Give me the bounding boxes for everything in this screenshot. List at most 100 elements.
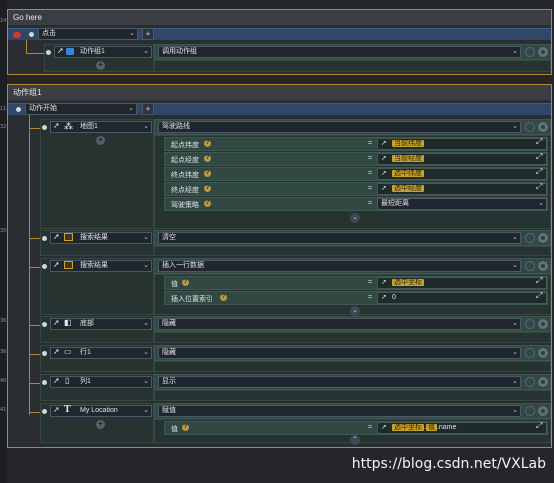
param-label: 插入位置索引 bbox=[171, 296, 213, 303]
refresh-icon[interactable] bbox=[525, 261, 535, 271]
settings-gear-icon[interactable] bbox=[538, 47, 548, 57]
refresh-icon[interactable] bbox=[525, 377, 535, 387]
help-icon[interactable]: ? bbox=[204, 170, 211, 177]
param-value-suffix: .name bbox=[436, 424, 457, 431]
param-value-tag: 选中纬度 bbox=[392, 170, 424, 177]
help-icon[interactable]: ? bbox=[204, 140, 211, 147]
collapse-chevron-icon[interactable]: ⌄ bbox=[350, 306, 360, 316]
action-dropdown[interactable]: 调用动作组 ⌄ bbox=[158, 46, 521, 58]
param-value-field[interactable]: ➚ 选中纬度 bbox=[377, 168, 547, 180]
expand-corner-icon[interactable]: ⤢ bbox=[536, 152, 542, 162]
help-icon[interactable]: ? bbox=[182, 424, 189, 431]
add-trigger-button[interactable]: + bbox=[142, 103, 154, 115]
component-dropdown-value: 搜索结果 bbox=[80, 262, 108, 269]
refresh-icon[interactable] bbox=[525, 233, 535, 243]
tree-connector bbox=[29, 383, 40, 384]
panel-title: 动作组1 bbox=[8, 85, 551, 101]
cursor-icon: ➚ bbox=[381, 170, 387, 177]
gutter-number: 40 bbox=[0, 378, 7, 384]
settings-gear-icon[interactable] bbox=[538, 122, 548, 132]
param-label: 值 bbox=[171, 281, 178, 288]
action-dropdown[interactable]: 隐藏 ⌄ bbox=[158, 347, 521, 359]
cursor-icon: ➚ bbox=[381, 279, 387, 286]
refresh-icon[interactable] bbox=[525, 406, 535, 416]
cursor-icon: ➚ bbox=[53, 121, 60, 130]
cursor-icon: ➚ bbox=[53, 405, 60, 414]
component-column bbox=[40, 119, 154, 229]
expand-corner-icon[interactable]: ⤢ bbox=[536, 291, 542, 301]
refresh-icon[interactable] bbox=[525, 47, 535, 57]
expand-corner-icon[interactable]: ⤢ bbox=[536, 167, 542, 177]
add-action-button[interactable]: + bbox=[96, 420, 105, 429]
add-trigger-button[interactable]: + bbox=[142, 28, 154, 40]
chevron-down-icon: ⌄ bbox=[512, 123, 518, 130]
cursor-icon: ➚ bbox=[53, 376, 60, 385]
component-dropdown-value: 底部 bbox=[80, 320, 94, 327]
action-dropdown[interactable]: 赋值 ⌄ bbox=[158, 405, 521, 417]
collapse-chevron-icon[interactable]: ⌄ bbox=[350, 213, 360, 223]
param-value-field[interactable]: ➚ 选中坐标. 值 .name bbox=[377, 422, 547, 434]
trigger-dropdown[interactable]: 动作开始 ⌄ bbox=[25, 103, 137, 115]
action-dropdown-value: 赋值 bbox=[162, 407, 176, 414]
settings-gear-icon[interactable] bbox=[538, 261, 548, 271]
param-value-field[interactable]: ➚ 选中经度 bbox=[377, 183, 547, 195]
trigger-dropdown[interactable]: 点击 ⌄ bbox=[38, 28, 138, 40]
action-dropdown[interactable]: 隐藏 ⌄ bbox=[158, 318, 521, 330]
help-icon[interactable]: ? bbox=[204, 200, 211, 207]
component-dropdown-value: 搜索结果 bbox=[80, 234, 108, 241]
cursor-icon: ➚ bbox=[381, 140, 387, 147]
action-dropdown-value: 隐藏 bbox=[162, 320, 176, 327]
add-action-button[interactable]: + bbox=[96, 61, 105, 70]
help-icon[interactable]: ? bbox=[182, 279, 189, 286]
action-dropdown[interactable]: 显示 ⌄ bbox=[158, 376, 521, 388]
equals-sign: = bbox=[368, 170, 373, 177]
gutter-number: 35 bbox=[0, 228, 7, 234]
cursor-icon: ➚ bbox=[381, 185, 387, 192]
settings-gear-icon[interactable] bbox=[538, 377, 548, 387]
gutter-number: 36 bbox=[0, 318, 7, 324]
expand-corner-icon[interactable]: ⤢ bbox=[536, 421, 542, 431]
cursor-icon: ➚ bbox=[381, 294, 387, 301]
action-dropdown[interactable]: 插入一行数据 ⌄ bbox=[158, 260, 521, 272]
param-value-field[interactable]: ➚ 当前经度 bbox=[377, 153, 547, 165]
chevron-down-icon: ⌄ bbox=[512, 48, 518, 55]
chevron-down-icon: ⌄ bbox=[143, 262, 149, 269]
equals-sign: = bbox=[368, 140, 373, 147]
action-group-icon bbox=[66, 48, 74, 55]
refresh-icon[interactable] bbox=[525, 348, 535, 358]
action-dropdown-value: 隐藏 bbox=[162, 349, 176, 356]
expand-corner-icon[interactable]: ⤢ bbox=[536, 137, 542, 147]
action-dropdown-value: 清空 bbox=[162, 234, 176, 241]
param-label: 值 bbox=[171, 426, 178, 433]
row-bullet-icon bbox=[42, 409, 47, 414]
action-row-footer bbox=[154, 332, 551, 343]
expand-corner-icon[interactable]: ⤢ bbox=[536, 182, 542, 192]
param-value-tag: 当前经度 bbox=[392, 155, 424, 162]
param-value-field[interactable]: ➚ 选中坐标 bbox=[377, 277, 547, 289]
settings-gear-icon[interactable] bbox=[538, 233, 548, 243]
action-dropdown[interactable]: 清空 ⌄ bbox=[158, 232, 521, 244]
param-value-field[interactable]: ➚ 当前纬度 bbox=[377, 138, 547, 150]
search-results-icon bbox=[64, 261, 73, 269]
equals-sign: = bbox=[368, 279, 373, 286]
refresh-icon[interactable] bbox=[525, 319, 535, 329]
collapse-chevron-icon[interactable]: ⌃ bbox=[350, 435, 360, 445]
settings-gear-icon[interactable] bbox=[538, 348, 548, 358]
panel-icon: ◧ bbox=[64, 318, 72, 327]
help-icon[interactable]: ? bbox=[204, 185, 211, 192]
param-value-tag: 选中经度 bbox=[392, 185, 424, 192]
action-row-footer bbox=[154, 390, 551, 401]
gutter-number: 24 bbox=[0, 18, 7, 24]
settings-gear-icon[interactable] bbox=[538, 319, 548, 329]
settings-gear-icon[interactable] bbox=[538, 406, 548, 416]
action-dropdown[interactable]: 驾驶路线 ⌄ bbox=[158, 121, 521, 133]
param-value-field[interactable]: ➚ 0 bbox=[377, 292, 547, 304]
add-action-button[interactable]: + bbox=[96, 136, 105, 145]
breakpoint-icon[interactable] bbox=[13, 32, 21, 38]
expand-corner-icon[interactable]: ⤢ bbox=[536, 276, 542, 286]
chevron-down-icon: ⌄ bbox=[512, 378, 518, 385]
help-icon[interactable]: ? bbox=[204, 155, 211, 162]
refresh-icon[interactable] bbox=[525, 122, 535, 132]
strategy-dropdown[interactable]: 最短距离 ⌄ bbox=[377, 198, 547, 210]
help-icon[interactable]: ? bbox=[220, 294, 227, 301]
